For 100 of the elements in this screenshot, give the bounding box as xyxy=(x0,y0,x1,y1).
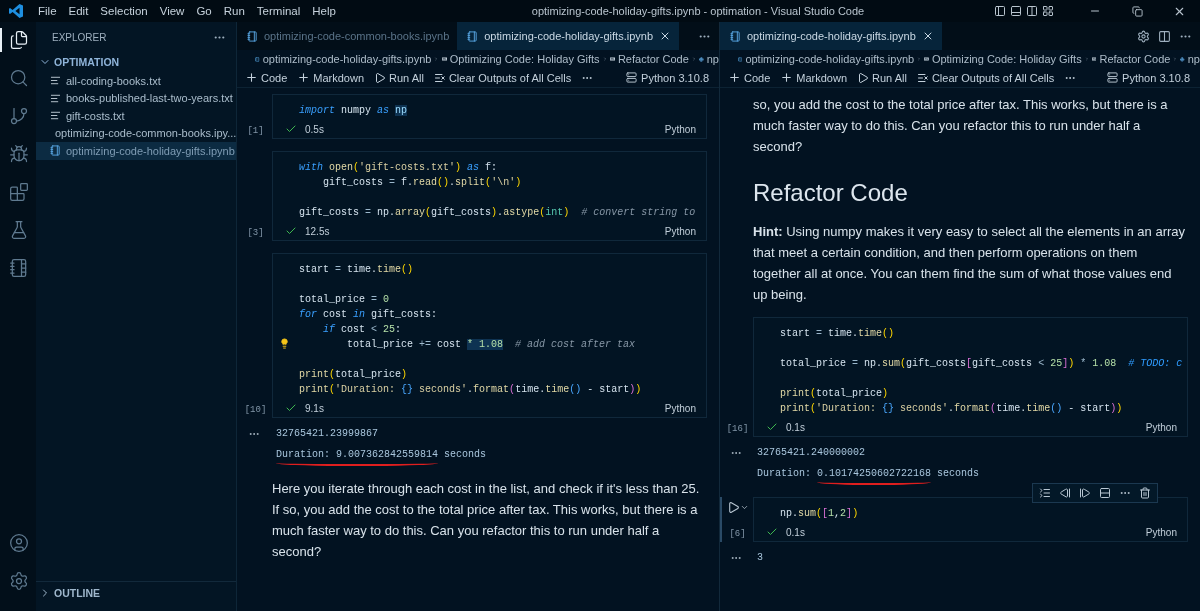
toolbar-button[interactable]: Markdown xyxy=(313,71,365,84)
breadcrumb[interactable]: np xyxy=(1187,53,1200,65)
code-line: start = time.time() xyxy=(780,328,895,339)
menu-item[interactable]: Terminal xyxy=(250,5,307,17)
account-icon[interactable] xyxy=(9,533,29,553)
output-text: 32765421.240000002 xyxy=(757,446,867,460)
code-line: np.sum([1,2]) xyxy=(780,508,859,519)
breadcrumb[interactable]: optimizing-code-holiday-gifts.ipynb xyxy=(262,53,432,65)
cell-language[interactable]: Python xyxy=(664,123,696,135)
list-icon[interactable] xyxy=(1039,487,1051,499)
menu-item[interactable]: View xyxy=(153,5,191,17)
split-cell-icon[interactable] xyxy=(1099,487,1111,499)
split-editor-icon[interactable] xyxy=(1158,29,1171,43)
toolbar-button[interactable]: Code xyxy=(744,71,771,84)
layout-icon[interactable] xyxy=(1042,5,1054,17)
chevron-icon xyxy=(691,54,697,64)
cell-language[interactable]: Python xyxy=(664,402,696,414)
code-cell[interactable]: with open('gift-costs.txt') as f: gift_costs = f.read().split('\n') gift_costs = np.array(gift_costs).astype(int) # convert string to 12.5s Python xyxy=(272,151,707,241)
files-icon[interactable] xyxy=(9,30,29,50)
folder-name[interactable]: OPTIMATION xyxy=(54,56,120,68)
output-text: 32765421.23999867 xyxy=(276,427,380,441)
cell-language[interactable]: Python xyxy=(664,225,696,237)
code-cell[interactable] xyxy=(272,253,707,418)
code-cell[interactable]: import numpy as np 0.5s Python xyxy=(272,94,707,139)
sidebar-title: EXPLORER xyxy=(52,31,107,43)
breadcrumb[interactable]: Optimizing Code: Holiday Gifts xyxy=(449,53,600,65)
chevron-icon xyxy=(1173,54,1178,64)
caret-icon[interactable] xyxy=(739,503,749,512)
success-check-icon xyxy=(285,225,297,237)
run-time: 12.5s xyxy=(305,225,330,237)
run-above-icon[interactable] xyxy=(1059,487,1071,499)
section-title[interactable]: OUTLINE xyxy=(54,586,101,599)
restore-icon[interactable] xyxy=(1131,5,1143,17)
menu-item[interactable]: Run xyxy=(217,5,251,17)
text-file-icon xyxy=(50,92,61,104)
branch-icon[interactable] xyxy=(9,106,29,126)
toolbar-button[interactable]: Run All xyxy=(872,71,907,84)
toolbar-button[interactable]: Code xyxy=(261,71,288,84)
menu-item[interactable]: Selection xyxy=(94,5,154,17)
cell-language[interactable]: Python xyxy=(1145,421,1177,433)
close-icon[interactable] xyxy=(659,30,671,42)
markdown-heading: Refactor Code xyxy=(753,179,909,207)
layout-icon[interactable] xyxy=(1010,5,1022,17)
bug-icon[interactable] xyxy=(9,144,29,164)
execution-count: [16] xyxy=(726,424,749,434)
run-below-icon[interactable] xyxy=(1079,487,1091,499)
editor-tab[interactable]: optimizing-code-holiday-gifts.ipynb xyxy=(457,22,679,50)
breadcrumb[interactable]: Optimizing Code: Holiday Gifts xyxy=(931,53,1082,65)
blocks-icon[interactable] xyxy=(9,182,29,202)
notebook-icon[interactable] xyxy=(9,258,29,278)
lightbulb-icon[interactable] xyxy=(279,338,290,349)
code-line: start = time.time() xyxy=(299,264,414,275)
settings-icon[interactable] xyxy=(1137,29,1150,43)
toolbar-button[interactable]: Markdown xyxy=(796,71,848,84)
breadcrumb[interactable]: np xyxy=(706,53,719,65)
explorer-entry[interactable]: books-published-last-two-years.txt xyxy=(36,89,236,107)
execution-count: [6] xyxy=(729,529,746,539)
code-cell[interactable]: start = time.time() total_price = np.sum(gift_costs[gift_costs < 25]) * 1.08 # TODO: c print(total_price) print('Duration: {} seconds'.format(time.time() - start)) 0.1s Python xyxy=(753,317,1188,437)
code-line: print(total_price) xyxy=(299,369,408,380)
code-line: for cost in gift_costs: xyxy=(299,309,438,320)
explorer-entry[interactable]: optimizing-code-common-books.ipy... xyxy=(36,124,236,142)
text-file-icon xyxy=(50,110,61,122)
notebook-icon xyxy=(467,30,479,42)
layout-icon[interactable] xyxy=(994,5,1006,17)
toolbar-button[interactable]: Clear Outputs of All Cells xyxy=(931,71,1055,84)
text-file-icon xyxy=(50,75,61,87)
kernel-picker[interactable]: Python 3.10.8 xyxy=(1122,71,1190,84)
explorer-entry[interactable]: gift-costs.txt xyxy=(36,107,236,125)
success-check-icon xyxy=(766,526,778,538)
delete-icon[interactable] xyxy=(1139,487,1151,499)
kernel-picker[interactable]: Python 3.10.8 xyxy=(641,71,709,84)
window-title: optimizing-code-holiday-gifts.ipynb - optimation - Visual Studio Code xyxy=(530,5,866,17)
editor-tab[interactable]: optimizing-code-holiday-gifts.ipynb xyxy=(720,22,942,50)
plus-icon xyxy=(780,71,794,84)
run-time: 0.5s xyxy=(305,123,324,135)
flask-icon[interactable] xyxy=(9,220,29,240)
run-time: 0.1s xyxy=(786,526,805,538)
code-cell[interactable]: np.sum([1,2]) 0.1s Python xyxy=(753,497,1188,542)
toolbar-button[interactable]: Clear Outputs of All Cells xyxy=(448,71,572,84)
code-line: gift_costs = np.array(gift_costs).astype(int) # convert string to xyxy=(299,207,696,218)
explorer-entry[interactable]: optimizing-code-holiday-gifts.ipynb xyxy=(36,142,236,160)
menu-item[interactable]: Go xyxy=(190,5,218,17)
explorer-entry[interactable]: all-coding-books.txt xyxy=(36,72,236,90)
menu-item[interactable]: Edit xyxy=(62,5,95,17)
code-line: print('Duration: {} seconds'.format(time.time() - start)) xyxy=(299,384,642,395)
plus-icon xyxy=(728,71,741,84)
app-logo-icon xyxy=(8,3,24,19)
breadcrumb[interactable]: optimizing-code-holiday-gifts.ipynb xyxy=(745,53,915,65)
layout-icon[interactable] xyxy=(1026,5,1038,17)
breadcrumb[interactable]: Refactor Code xyxy=(617,53,689,65)
plus-icon xyxy=(297,71,311,84)
menu-item[interactable]: Help xyxy=(306,5,342,17)
breadcrumb[interactable]: Refactor Code xyxy=(1099,53,1171,65)
play-icon xyxy=(857,71,870,84)
cell-language[interactable]: Python xyxy=(1145,526,1177,538)
menu-item[interactable]: File xyxy=(32,5,63,17)
search-icon[interactable] xyxy=(9,68,29,88)
settings-icon[interactable] xyxy=(9,571,29,591)
toolbar-button[interactable]: Run All xyxy=(389,71,424,84)
run-cell-button[interactable] xyxy=(726,501,740,514)
